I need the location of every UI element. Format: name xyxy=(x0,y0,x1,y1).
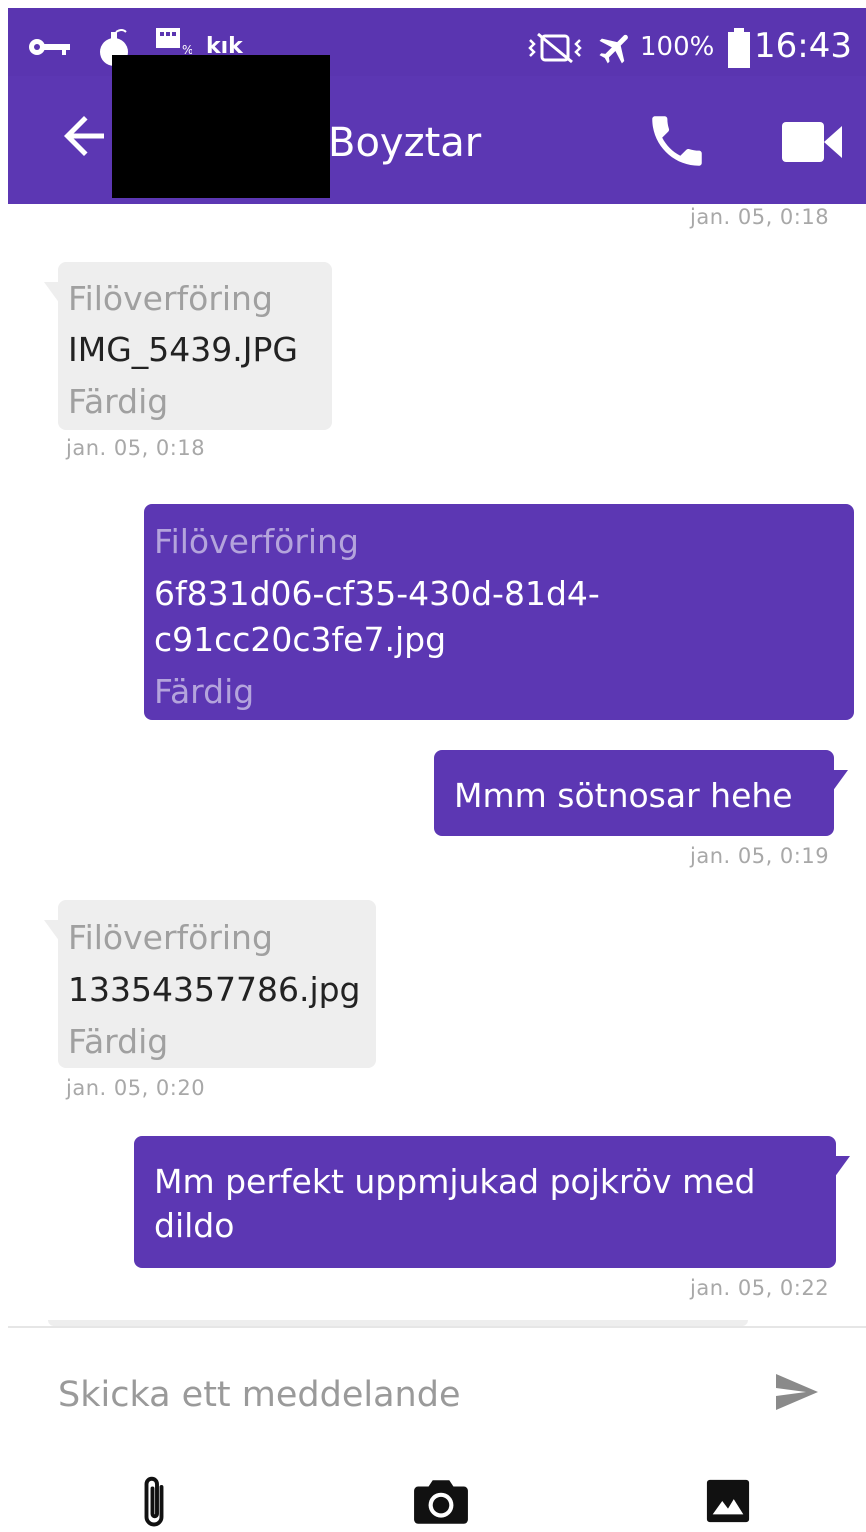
redacted-avatar xyxy=(112,55,330,198)
message-timestamp: jan. 05, 0:19 xyxy=(690,844,830,868)
sim-icon: % xyxy=(156,28,192,56)
airplane-mode-icon xyxy=(599,34,628,64)
file-transfer-label: Filöverföring xyxy=(154,522,359,561)
outgoing-message-bubble[interactable]: Mm perfekt uppmjukad pojkröv med dildo xyxy=(134,1136,836,1268)
message-input[interactable] xyxy=(56,1366,740,1424)
file-status: Färdig xyxy=(154,672,255,711)
message-timestamp: jan. 05, 0:18 xyxy=(66,436,206,460)
app-bar: % kık 100% 16:43 Boyztar xyxy=(8,8,866,204)
bubble-tail xyxy=(834,1156,850,1178)
message-text: Mmm sötnosar hehe xyxy=(454,776,793,815)
file-name-line1: 6f831d06-cf35-430d-81d4- xyxy=(154,574,600,613)
key-icon xyxy=(29,39,70,55)
vibrate-mute-icon xyxy=(528,32,582,64)
file-name-line2: c91cc20c3fe7.jpg xyxy=(154,620,447,659)
arrow-left-icon[interactable] xyxy=(54,106,114,166)
video-camera-icon[interactable] xyxy=(782,120,842,164)
paperclip-icon[interactable] xyxy=(134,1472,174,1532)
outgoing-file-bubble[interactable]: Filöverföring 6f831d06-cf35-430d-81d4- c… xyxy=(144,504,854,720)
message-timestamp: jan. 05, 0:18 xyxy=(690,205,830,229)
compose-divider xyxy=(8,1326,866,1328)
battery-icon xyxy=(728,28,750,68)
message-text-line2: dildo xyxy=(154,1206,235,1245)
send-icon[interactable] xyxy=(770,1368,822,1416)
file-status: Färdig xyxy=(68,382,169,421)
phone-icon[interactable] xyxy=(644,108,710,174)
message-timestamp: jan. 05, 0:22 xyxy=(690,1276,830,1300)
contact-name[interactable]: Boyztar xyxy=(328,120,481,166)
file-name: 13354357786.jpg xyxy=(68,970,361,1009)
file-status: Färdig xyxy=(68,1022,169,1061)
status-time: 16:43 xyxy=(754,26,852,66)
incoming-file-bubble[interactable]: Filöverföring 13354357786.jpg Färdig xyxy=(58,900,376,1068)
outgoing-message-bubble[interactable]: Mmm sötnosar hehe xyxy=(434,750,834,836)
battery-percent: 100% xyxy=(640,32,715,62)
message-text-line1: Mm perfekt uppmjukad pojkröv med xyxy=(154,1162,756,1201)
file-name: IMG_5439.JPG xyxy=(68,330,298,369)
bubble-tail xyxy=(832,770,848,792)
file-transfer-label: Filöverföring xyxy=(68,918,273,957)
camera-icon[interactable] xyxy=(412,1476,470,1526)
message-timestamp: jan. 05, 0:20 xyxy=(66,1076,206,1100)
image-gallery-icon[interactable] xyxy=(704,1478,752,1524)
file-transfer-label: Filöverföring xyxy=(68,279,273,318)
incoming-file-bubble[interactable]: Filöverföring IMG_5439.JPG Färdig xyxy=(58,262,332,430)
